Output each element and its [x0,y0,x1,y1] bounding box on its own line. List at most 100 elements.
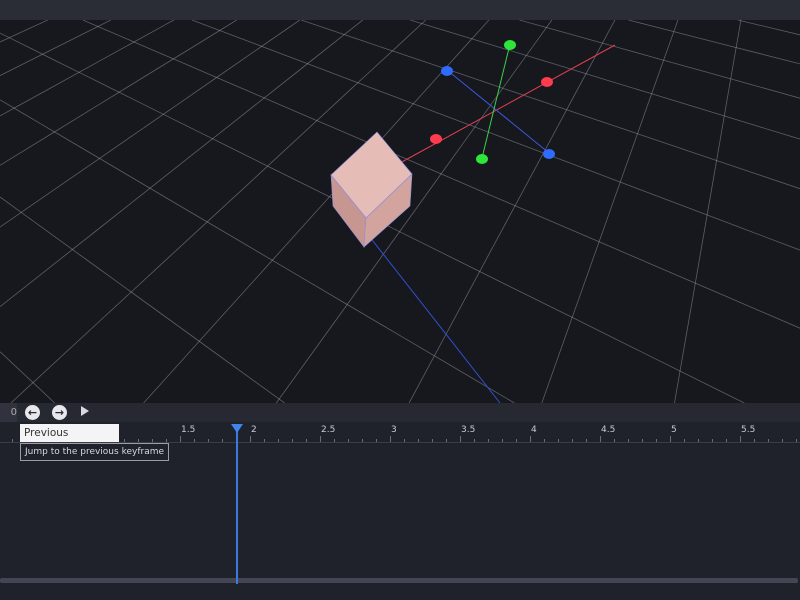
timeline-ruler[interactable]: 1.5 2 2.5 3 3.5 4 4.5 5 5.5 [0,422,800,443]
grid-line [97,20,111,27]
gizmo-x-handle-left[interactable] [430,134,442,144]
ruler-label: 1.5 [181,425,196,435]
grid-line [261,46,292,59]
grid-line [566,84,581,110]
grid-line [726,78,732,103]
gizmo-x-handle-right[interactable] [541,77,553,87]
gizmo-y-handle-top[interactable] [504,40,516,50]
grid-line [546,27,584,39]
gizmo-z-handle-back[interactable] [441,66,453,76]
grid-line [689,150,746,171]
grid-line [533,27,547,46]
grid-line [166,20,174,25]
grid-line [28,20,48,30]
grid-line [99,158,133,179]
grid-line [32,319,102,383]
grid-line [394,96,434,112]
grid-line [100,187,151,228]
grid-line [737,20,762,26]
grid-line [626,133,638,166]
grid-line [463,74,503,89]
grid-line [175,323,225,360]
ruler-tick [418,439,419,442]
grid-line [249,246,297,275]
grid-line [444,47,464,69]
grid-line [401,91,425,118]
grid-line [133,98,164,115]
ruler-tick [180,436,181,442]
current-time-field[interactable]: 0 [0,403,17,422]
ruler-tick [390,436,391,442]
grid-line [399,231,452,258]
next-keyframe-button[interactable]: → [52,405,67,420]
ruler-label: 2.5 [321,425,336,435]
playhead-line[interactable] [236,430,239,584]
ruler-tick [348,439,349,442]
playhead-handle[interactable] [231,424,244,433]
grid-line [581,241,600,291]
grid-line [159,52,188,66]
grid-line [561,289,583,348]
grid-line [86,21,110,32]
grid-line [546,20,553,28]
ruler-tick [796,439,797,442]
grid-line [0,99,15,109]
grid-line [173,39,206,60]
timeline-horizontal-scrollbar[interactable] [0,578,798,583]
grid-line [744,169,800,190]
grid-line [489,194,543,218]
grid-line [410,20,423,24]
cube[interactable] [330,131,413,248]
grid-line [676,203,739,228]
grid-line [598,200,615,242]
grid-line [13,107,41,125]
grid-line [0,192,50,228]
grid-line [641,351,721,392]
grid-line [54,59,80,73]
grid-line [392,31,413,52]
grid-line [432,110,476,128]
ruler-tick [222,439,223,442]
ruler-tick [544,439,545,442]
grid-line [369,50,393,72]
grid-line [101,266,159,320]
3d-viewport[interactable] [0,20,800,403]
grid-line [132,177,169,200]
gizmo-y-handle-bottom[interactable] [476,154,488,164]
previous-keyframe-button[interactable]: ← [25,405,40,420]
grid-line [730,297,800,329]
grid-line [346,253,384,305]
grid-line [758,52,800,65]
grid-line [412,20,427,33]
grid-line [0,351,34,383]
ruler-tick [586,439,587,442]
grid-line [392,50,428,63]
grid-line [454,33,490,45]
grid-line [98,41,135,63]
gizmo-z-handle-front[interactable] [543,149,555,159]
grid-line [465,247,493,298]
grid-line [710,160,717,196]
arrow-right-circle-icon: → [54,406,65,419]
grid-line [738,226,800,251]
arrow-left-circle-icon: ← [27,406,38,419]
ruler-tick [614,439,615,442]
gizmo-z-line [446,69,550,154]
grid-line [195,129,231,148]
grid-line [567,161,621,183]
play-icon[interactable] [81,406,89,416]
grid-line [694,235,704,284]
ruler-tick [558,439,559,442]
ruler-tick [782,439,783,442]
timeline-tracks[interactable] [0,443,800,600]
grid-line [514,169,535,206]
grid-line [519,20,547,28]
gizmo-y-line [481,43,511,159]
grid-line [551,109,567,138]
ruler-tick [740,436,741,442]
grid-line [541,347,562,403]
grid-line [329,29,361,41]
grid-line [3,131,55,164]
grid-line [284,120,318,151]
grid-line [602,25,613,44]
